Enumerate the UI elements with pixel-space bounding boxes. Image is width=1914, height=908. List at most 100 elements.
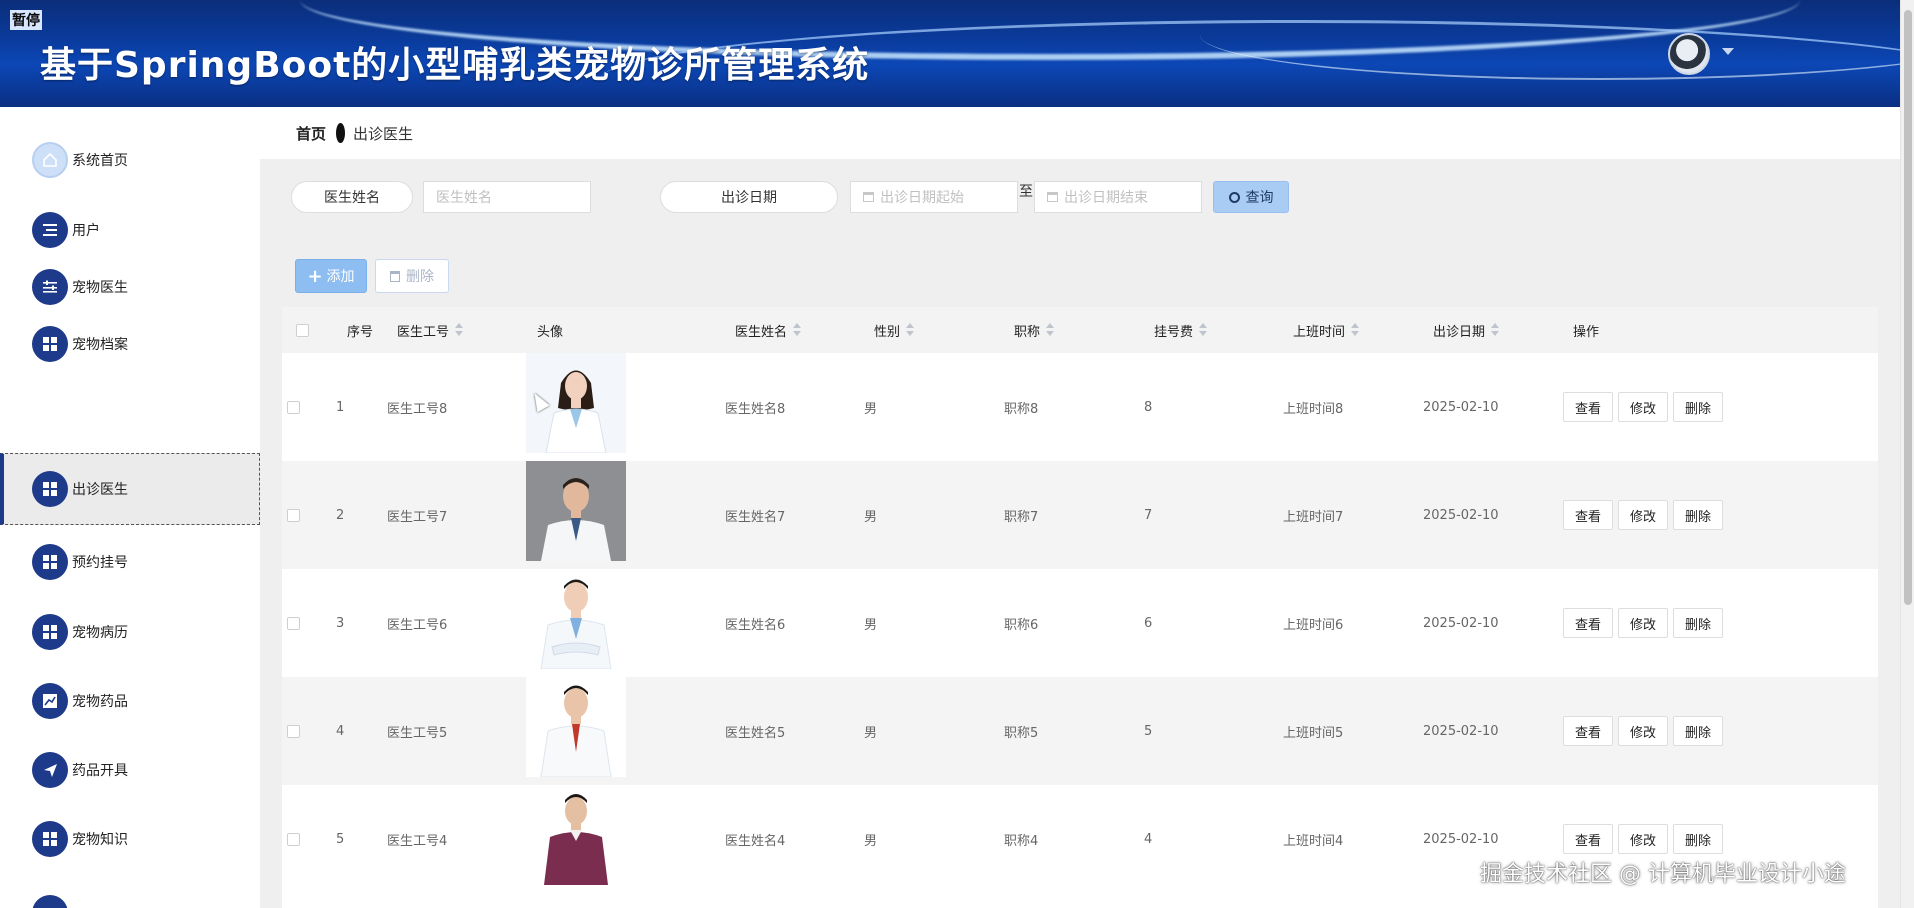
add-button-label: 添加 bbox=[326, 269, 355, 285]
row-actions: 查看 修改 删除 bbox=[1563, 461, 1728, 569]
chart-icon bbox=[32, 683, 68, 719]
pause-label: 暂停 bbox=[10, 10, 42, 30]
row-checkbox[interactable] bbox=[287, 353, 300, 461]
view-button[interactable]: 查看 bbox=[1563, 392, 1613, 422]
user-avatar[interactable] bbox=[1668, 33, 1710, 75]
column-avatar: 头像 bbox=[537, 324, 564, 340]
sidebar-item-prescribe[interactable]: 药品开具 bbox=[0, 735, 260, 805]
edit-button[interactable]: 修改 bbox=[1618, 500, 1668, 530]
delete-button[interactable]: 删除 bbox=[1673, 716, 1723, 746]
sidebar-item-pet-record[interactable]: 宠物档案 bbox=[0, 309, 260, 379]
column-work-time[interactable]: 上班时间 bbox=[1293, 307, 1360, 353]
grid-icon bbox=[32, 821, 68, 857]
calendar-icon bbox=[1047, 192, 1058, 202]
cell-fee: 4 bbox=[1144, 831, 1153, 847]
edit-button[interactable]: 修改 bbox=[1618, 716, 1668, 746]
date-end-input[interactable]: 出诊日期结束 bbox=[1034, 181, 1202, 213]
main-content: 医生姓名 医生姓名 出诊日期 出诊日期起始 至 出诊日期结束 查询 + 添加 删… bbox=[260, 159, 1900, 908]
row-checkbox[interactable] bbox=[287, 677, 300, 785]
sidebar-item-label: 宠物知识 bbox=[72, 832, 128, 848]
column-index: 序号 bbox=[347, 324, 374, 340]
breadcrumb-current: 出诊医生 bbox=[353, 124, 414, 143]
doctor-table: 序号 医生工号 头像 医生姓名 性别 职称 挂号费 上班时间 出诊日期 操作 1… bbox=[282, 307, 1878, 908]
search-icon bbox=[1228, 191, 1240, 203]
cell-work-time: 上班时间7 bbox=[1283, 509, 1344, 525]
batch-delete-button[interactable]: 删除 bbox=[375, 259, 449, 293]
view-button[interactable]: 查看 bbox=[1563, 608, 1613, 638]
sidebar-item-appointment[interactable]: 预约挂号 bbox=[0, 527, 260, 597]
grid-icon bbox=[32, 471, 68, 507]
column-doctor-id[interactable]: 医生工号 bbox=[397, 307, 464, 353]
add-button[interactable]: + 添加 bbox=[295, 259, 367, 293]
sidebar-item-label: 宠物药品 bbox=[72, 694, 128, 710]
date-start-input[interactable]: 出诊日期起始 bbox=[850, 181, 1018, 213]
column-gender[interactable]: 性别 bbox=[874, 307, 915, 353]
edit-button[interactable]: 修改 bbox=[1618, 608, 1668, 638]
delete-button[interactable]: 删除 bbox=[1673, 500, 1723, 530]
cell-fee: 8 bbox=[1144, 399, 1153, 415]
edit-button[interactable]: 修改 bbox=[1618, 824, 1668, 854]
sidebar-item-partial[interactable] bbox=[0, 873, 260, 908]
column-fee[interactable]: 挂号费 bbox=[1154, 307, 1208, 353]
sliders-icon bbox=[32, 269, 68, 305]
cell-fee: 6 bbox=[1144, 615, 1153, 631]
view-button[interactable]: 查看 bbox=[1563, 500, 1613, 530]
sidebar-item-label: 药品开具 bbox=[72, 763, 128, 779]
row-checkbox[interactable] bbox=[287, 461, 300, 569]
cell-fee: 5 bbox=[1144, 723, 1153, 739]
sidebar-item-medical-record[interactable]: 宠物病历 bbox=[0, 597, 260, 667]
sidebar-item-home[interactable]: 系统首页 bbox=[0, 125, 260, 195]
sidebar-item-label: 宠物档案 bbox=[72, 337, 128, 353]
cell-work-time: 上班时间4 bbox=[1283, 833, 1344, 849]
column-visit-date[interactable]: 出诊日期 bbox=[1433, 307, 1500, 353]
view-button[interactable]: 查看 bbox=[1563, 716, 1613, 746]
row-actions: 查看 修改 删除 bbox=[1563, 677, 1728, 785]
table-row: 4 医生工号5 医生姓名5 男 职称5 5 上班时间5 2025-02-10 查… bbox=[282, 677, 1878, 785]
app-header: 暂停 基于SpringBoot的小型哺乳类宠物诊所管理系统 bbox=[0, 0, 1900, 107]
cell-work-time: 上班时间5 bbox=[1283, 725, 1344, 741]
select-all-checkbox[interactable] bbox=[296, 307, 309, 353]
cell-doctor-name: 医生姓名5 bbox=[725, 725, 786, 741]
row-checkbox[interactable] bbox=[287, 785, 300, 893]
edit-button[interactable]: 修改 bbox=[1618, 392, 1668, 422]
cell-gender: 男 bbox=[864, 401, 878, 417]
cell-index: 2 bbox=[336, 507, 345, 523]
breadcrumb-home[interactable]: 首页 bbox=[296, 123, 326, 144]
view-button[interactable]: 查看 bbox=[1563, 824, 1613, 854]
doctor-name-input[interactable]: 医生姓名 bbox=[423, 181, 591, 213]
cell-index: 4 bbox=[336, 723, 345, 739]
sidebar-item-label: 宠物医生 bbox=[72, 280, 128, 296]
cell-doctor-name: 医生姓名8 bbox=[725, 401, 786, 417]
table-row: 2 医生工号7 医生姓名7 男 职称7 7 上班时间7 2025-02-10 查… bbox=[282, 461, 1878, 569]
trash-icon bbox=[390, 270, 400, 282]
doctor-photo bbox=[526, 677, 626, 777]
sidebar-item-medicine[interactable]: 宠物药品 bbox=[0, 666, 260, 736]
table-header: 序号 医生工号 头像 医生姓名 性别 职称 挂号费 上班时间 出诊日期 操作 bbox=[282, 307, 1878, 353]
chevron-down-icon[interactable] bbox=[1722, 48, 1734, 55]
grid-icon bbox=[32, 326, 68, 362]
grid-icon bbox=[32, 895, 68, 908]
sidebar-item-knowledge[interactable]: 宠物知识 bbox=[0, 804, 260, 874]
column-title[interactable]: 职称 bbox=[1014, 307, 1055, 353]
cell-visit-date: 2025-02-10 bbox=[1423, 399, 1499, 415]
doctor-photo bbox=[526, 569, 626, 669]
scrollbar-thumb[interactable] bbox=[1904, 10, 1912, 605]
delete-button[interactable]: 删除 bbox=[1673, 392, 1723, 422]
cell-doctor-id: 医生工号6 bbox=[387, 617, 448, 633]
page-scrollbar[interactable] bbox=[1900, 0, 1914, 908]
cell-doctor-id: 医生工号4 bbox=[387, 833, 448, 849]
column-doctor-name[interactable]: 医生姓名 bbox=[735, 307, 802, 353]
cell-doctor-id: 医生工号8 bbox=[387, 401, 448, 417]
doctor-name-label: 医生姓名 bbox=[291, 181, 413, 213]
sidebar-item-label: 宠物病历 bbox=[72, 625, 128, 641]
row-checkbox[interactable] bbox=[287, 569, 300, 677]
cell-title: 职称6 bbox=[1004, 617, 1039, 633]
sidebar-item-visiting-doctor[interactable]: 出诊医生 bbox=[0, 453, 260, 525]
cell-doctor-id: 医生工号7 bbox=[387, 509, 448, 525]
delete-button[interactable]: 删除 bbox=[1673, 824, 1723, 854]
doctor-photo bbox=[526, 785, 626, 885]
query-button[interactable]: 查询 bbox=[1213, 181, 1289, 213]
delete-button[interactable]: 删除 bbox=[1673, 608, 1723, 638]
sidebar-item-label: 预约挂号 bbox=[72, 555, 128, 571]
breadcrumb: 首页 出诊医生 bbox=[260, 107, 1900, 159]
